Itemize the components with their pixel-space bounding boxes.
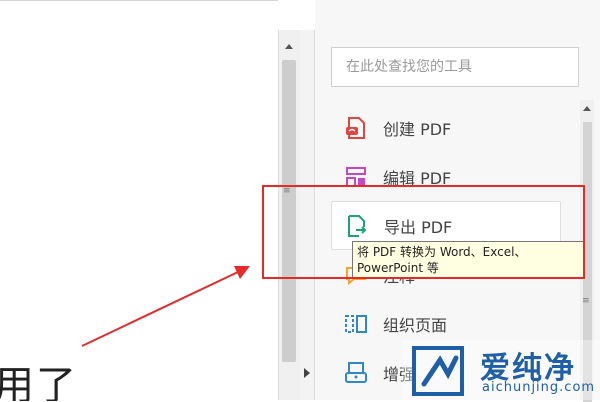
document-text: 用了	[0, 363, 78, 401]
tool-search-input[interactable]: 在此处查找您的工具	[331, 47, 579, 87]
tool-create-pdf[interactable]: 创建 PDF	[331, 103, 579, 152]
scroll-grip-icon: ≡	[582, 296, 590, 306]
enhance-scan-icon	[343, 360, 369, 386]
tool-label: 组织页面	[383, 315, 448, 335]
document-view[interactable]: 用了	[0, 0, 278, 401]
tool-label: 创建 PDF	[383, 119, 452, 139]
watermark: 爱纯净 aichunjing.com	[402, 340, 600, 400]
scroll-up-arrow-icon[interactable]	[285, 44, 293, 49]
watermark-url: aichunjing.com	[482, 380, 596, 395]
scroll-up-arrow-icon[interactable]	[583, 106, 591, 111]
create-pdf-icon	[343, 115, 369, 141]
organize-pages-icon	[343, 311, 369, 337]
collapse-arrow-icon[interactable]	[304, 368, 310, 378]
watermark-logo-icon	[412, 346, 464, 396]
annotation-highlight-box	[262, 185, 585, 279]
